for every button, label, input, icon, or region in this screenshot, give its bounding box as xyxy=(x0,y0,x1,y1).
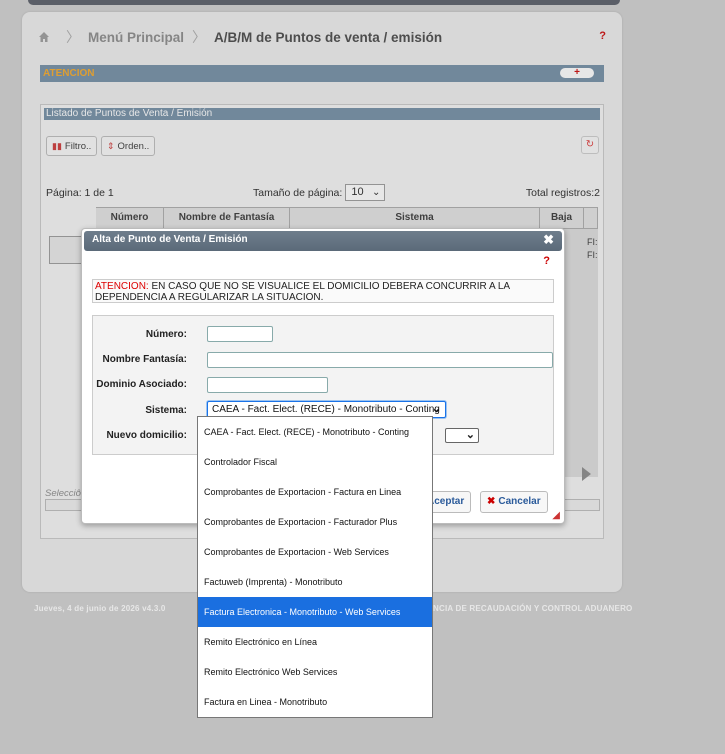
numero-input[interactable] xyxy=(207,326,273,342)
dialog-title: Alta de Punto de Venta / Emisión xyxy=(92,234,248,245)
warning-highlight: ATENCION: xyxy=(95,281,149,292)
label-dominio: Dominio Asociado: xyxy=(96,379,187,390)
cancelar-button[interactable]: ✖ Cancelar xyxy=(480,491,548,513)
close-icon[interactable]: ✖ xyxy=(543,231,554,249)
dropdown-option[interactable]: CAEA - Fact. Elect. (RECE) - Monotributo… xyxy=(198,417,432,447)
dropdown-option[interactable]: Comprobantes de Exportacion - Factura en… xyxy=(198,477,432,507)
resize-handle-icon[interactable]: ◢ xyxy=(552,510,560,521)
dialog-title-bar[interactable]: Alta de Punto de Venta / Emisión ✖ xyxy=(84,231,562,251)
dropdown-option[interactable]: Comprobantes de Exportacion - Facturador… xyxy=(198,507,432,537)
dropdown-option-selected[interactable]: Factura Electronica - Monotributo - Web … xyxy=(198,597,432,627)
dropdown-option[interactable]: Remito Electrónico en Línea xyxy=(198,627,432,657)
nombre-fantasia-input[interactable] xyxy=(207,352,553,368)
sistema-dropdown-list: CAEA - Fact. Elect. (RECE) - Monotributo… xyxy=(197,416,433,718)
dropdown-option[interactable]: Remito Electrónico Web Services xyxy=(198,657,432,687)
label-sistema: Sistema: xyxy=(145,405,187,416)
cancelar-label: Cancelar xyxy=(498,496,541,507)
dominio-input[interactable] xyxy=(207,377,328,393)
chevron-down-icon: ⌄ xyxy=(465,429,475,441)
warning-text: EN CASO QUE NO SE VISUALICE EL DOMICILIO… xyxy=(95,281,510,303)
chevron-down-icon: ⌄ xyxy=(431,403,441,415)
warning-message: ATENCION: EN CASO QUE NO SE VISUALICE EL… xyxy=(92,279,554,303)
sistema-value: CAEA - Fact. Elect. (RECE) - Monotributo… xyxy=(212,404,440,415)
label-nombre: Nombre Fantasía: xyxy=(102,354,187,365)
cancel-icon: ✖ xyxy=(487,496,496,507)
domicilio-select[interactable]: ⌄ xyxy=(445,428,479,443)
label-numero: Número: xyxy=(145,329,187,340)
dropdown-option[interactable]: Factura en Linea - Monotributo xyxy=(198,687,432,717)
dropdown-option[interactable]: Controlador Fiscal xyxy=(198,447,432,477)
label-domicilio: Nuevo domicilio: xyxy=(106,430,187,441)
dropdown-option[interactable]: Comprobantes de Exportacion - Web Servic… xyxy=(198,537,432,567)
dialog-help-icon[interactable]: ? xyxy=(543,255,550,267)
dropdown-option[interactable]: Factuweb (Imprenta) - Monotributo xyxy=(198,567,432,597)
